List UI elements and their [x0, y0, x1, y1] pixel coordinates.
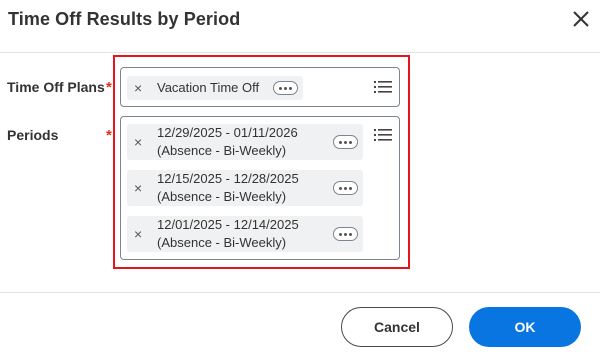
dialog-header: Time Off Results by Period: [0, 0, 600, 53]
cancel-button[interactable]: Cancel: [341, 307, 453, 347]
selected-period-1: × 12/29/2025 - 01/11/2026 (Absence - Bi-…: [127, 124, 363, 160]
more-options-icon[interactable]: [333, 227, 358, 241]
required-marker: *: [106, 127, 112, 144]
selected-item-text: Vacation Time Off: [157, 80, 260, 95]
period-type: (Absence - Bi-Weekly): [157, 189, 287, 204]
required-marker: *: [106, 79, 112, 96]
time-off-plans-label: Time Off Plans: [7, 79, 105, 95]
ok-button[interactable]: OK: [469, 307, 581, 347]
period-type: (Absence - Bi-Weekly): [157, 235, 287, 250]
more-options-icon[interactable]: [273, 81, 298, 95]
dialog-title: Time Off Results by Period: [8, 9, 241, 29]
remove-x-icon[interactable]: ×: [134, 227, 142, 241]
close-icon: [573, 11, 589, 27]
selected-item-vacation: × Vacation Time Off: [127, 76, 303, 100]
period-range: 12/15/2025 - 12/28/2025: [157, 171, 299, 186]
footer-divider: [0, 292, 600, 293]
periods-label: Periods: [7, 127, 59, 143]
more-options-icon[interactable]: [333, 135, 358, 149]
remove-x-icon[interactable]: ×: [134, 81, 142, 95]
list-icon[interactable]: [374, 128, 392, 142]
selected-period-2: × 12/15/2025 - 12/28/2025 (Absence - Bi-…: [127, 170, 363, 206]
period-range: 12/29/2025 - 01/11/2026: [157, 125, 298, 140]
selected-period-3: × 12/01/2025 - 12/14/2025 (Absence - Bi-…: [127, 216, 363, 252]
time-off-plans-prompt[interactable]: × Vacation Time Off: [120, 67, 400, 107]
list-icon[interactable]: [374, 80, 392, 94]
period-range: 12/01/2025 - 12/14/2025: [157, 217, 299, 232]
close-button[interactable]: [568, 6, 594, 32]
period-type: (Absence - Bi-Weekly): [157, 143, 287, 158]
periods-prompt[interactable]: × 12/29/2025 - 01/11/2026 (Absence - Bi-…: [120, 116, 400, 260]
remove-x-icon[interactable]: ×: [134, 135, 142, 149]
more-options-icon[interactable]: [333, 181, 358, 195]
remove-x-icon[interactable]: ×: [134, 181, 142, 195]
